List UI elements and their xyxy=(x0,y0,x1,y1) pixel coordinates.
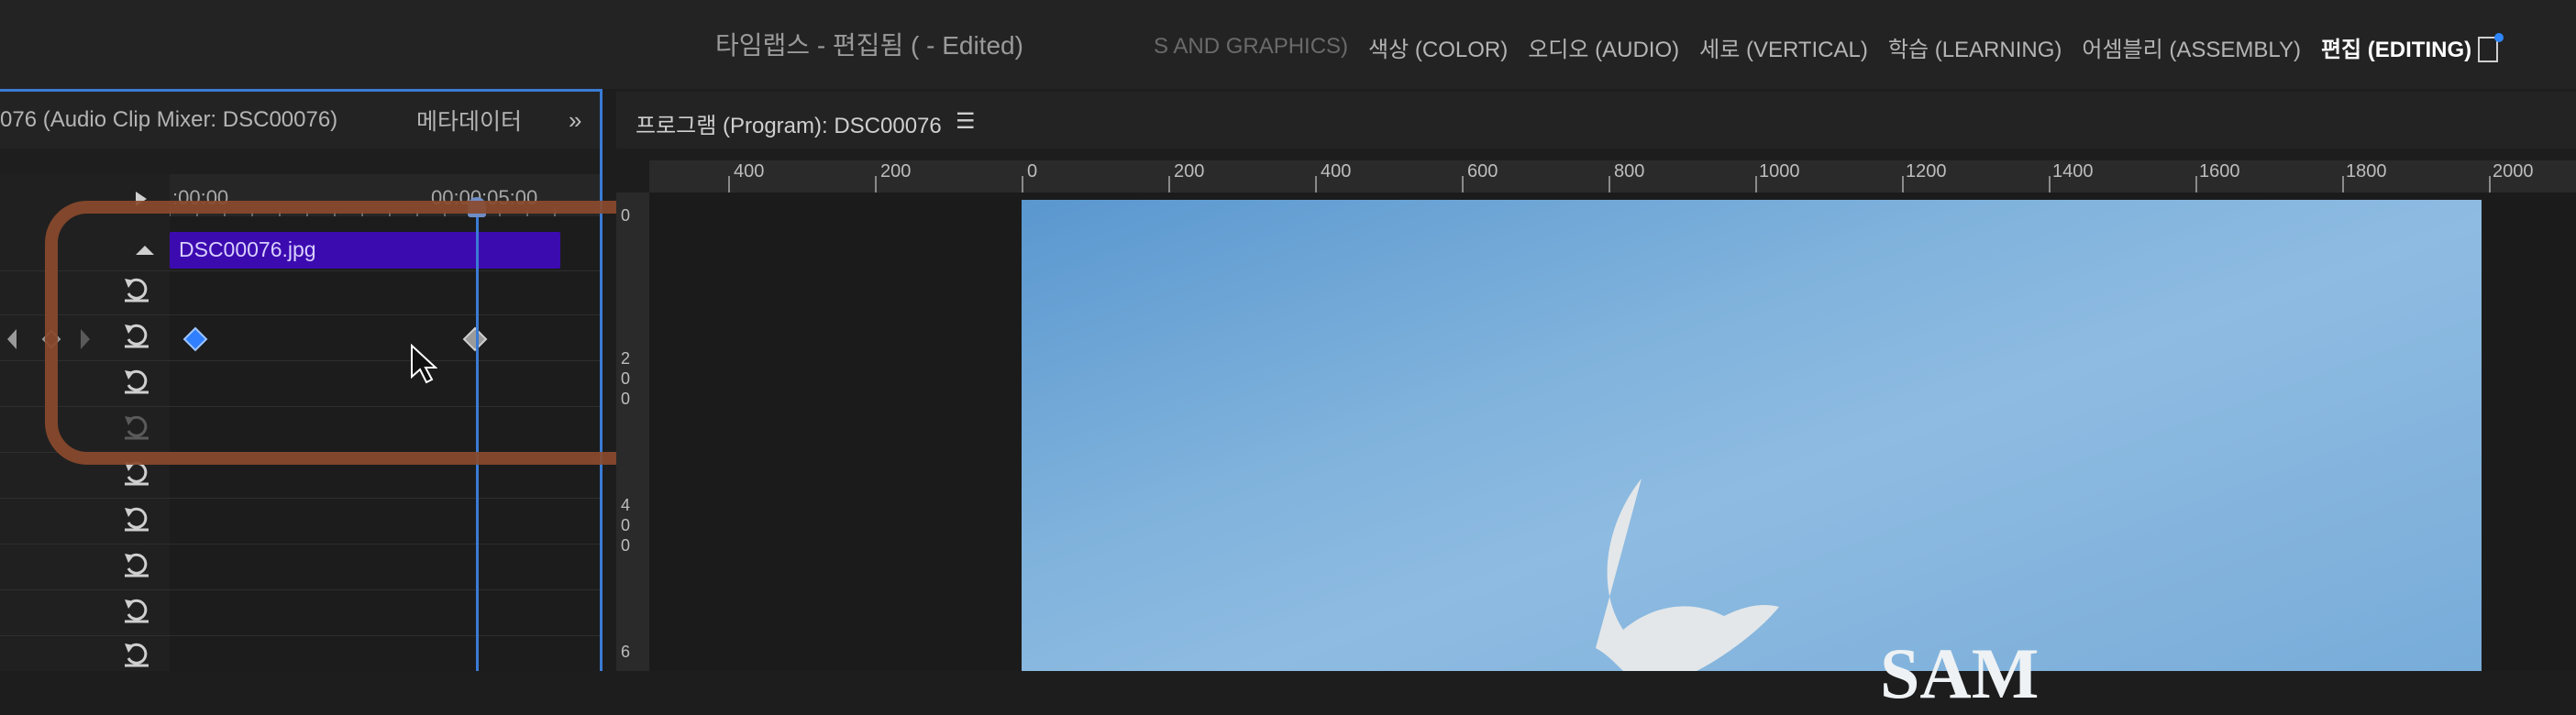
project-title: 타임랩스 - 편집됨 ( - Edited) xyxy=(715,31,1023,60)
program-monitor-title[interactable]: 프로그램 (Program): DSC00076 xyxy=(636,107,942,139)
highlight-annotation xyxy=(45,201,696,465)
workspace-tab-learning[interactable]: 학습 (LEARNING) xyxy=(1888,31,2062,63)
h-ruler-label: 200 xyxy=(1174,161,1205,182)
v-ruler-label: 200 xyxy=(620,349,630,408)
h-ruler-label: 0 xyxy=(1027,161,1038,182)
workspace-tab-assembly[interactable]: 어셈블리 (ASSEMBLY) xyxy=(2082,31,2301,63)
v-ruler-label: 0 xyxy=(620,206,630,225)
prev-keyframe-icon xyxy=(7,329,17,349)
h-ruler-label: 1800 xyxy=(2346,161,2387,182)
h-ruler-label: 1000 xyxy=(1759,161,1800,182)
horizontal-ruler-ticks xyxy=(728,176,2491,192)
h-ruler-label: 1200 xyxy=(1906,161,1947,182)
workspace-tab-editing[interactable]: 편집 (EDITING) xyxy=(2321,31,2471,63)
workspace-menu-icon[interactable] xyxy=(2477,32,2504,63)
row-divider xyxy=(0,498,600,499)
preview-image-text: SAM xyxy=(1880,633,2040,713)
reset-icon[interactable] xyxy=(121,640,152,667)
tab-audio-clip-mixer[interactable]: 076 (Audio Clip Mixer: DSC00076) xyxy=(0,107,337,133)
expand-panels-icon[interactable]: » xyxy=(569,106,581,135)
h-ruler-label: 1600 xyxy=(2199,161,2240,182)
v-ruler-label: 6 xyxy=(620,643,630,661)
workspace-tabs: S AND GRAPHICS) 색상 (COLOR) 오디오 (AUDIO) 세… xyxy=(1154,30,2492,63)
workspace-tab-audio[interactable]: 오디오 (AUDIO) xyxy=(1528,31,1679,63)
workspace-tab-color[interactable]: 색상 (COLOR) xyxy=(1368,31,1508,63)
tab-metadata[interactable]: 메타데이터 xyxy=(416,104,522,137)
h-ruler-label: 400 xyxy=(1321,161,1352,182)
h-ruler-label: 200 xyxy=(880,161,912,182)
reset-icon[interactable] xyxy=(121,504,152,532)
workspace-tab-graphics[interactable]: S AND GRAPHICS) xyxy=(1154,34,1348,60)
h-ruler-label: 1400 xyxy=(2052,161,2094,182)
row-divider xyxy=(0,635,600,636)
h-ruler-label: 400 xyxy=(734,161,765,182)
reset-icon[interactable] xyxy=(121,596,152,623)
v-ruler-label: 400 xyxy=(620,496,630,555)
workspace-tab-vertical[interactable]: 세로 (VERTICAL) xyxy=(1699,31,1868,63)
h-ruler-label: 800 xyxy=(1614,161,1645,182)
panel-menu-icon[interactable]: ☰ xyxy=(956,108,976,135)
h-ruler-label: 2000 xyxy=(2493,161,2534,182)
vertical-ruler xyxy=(616,192,649,671)
whale-tail-graphic xyxy=(1596,478,1779,671)
reset-icon[interactable] xyxy=(121,550,152,578)
h-ruler-label: 600 xyxy=(1467,161,1498,182)
row-divider xyxy=(0,589,600,590)
